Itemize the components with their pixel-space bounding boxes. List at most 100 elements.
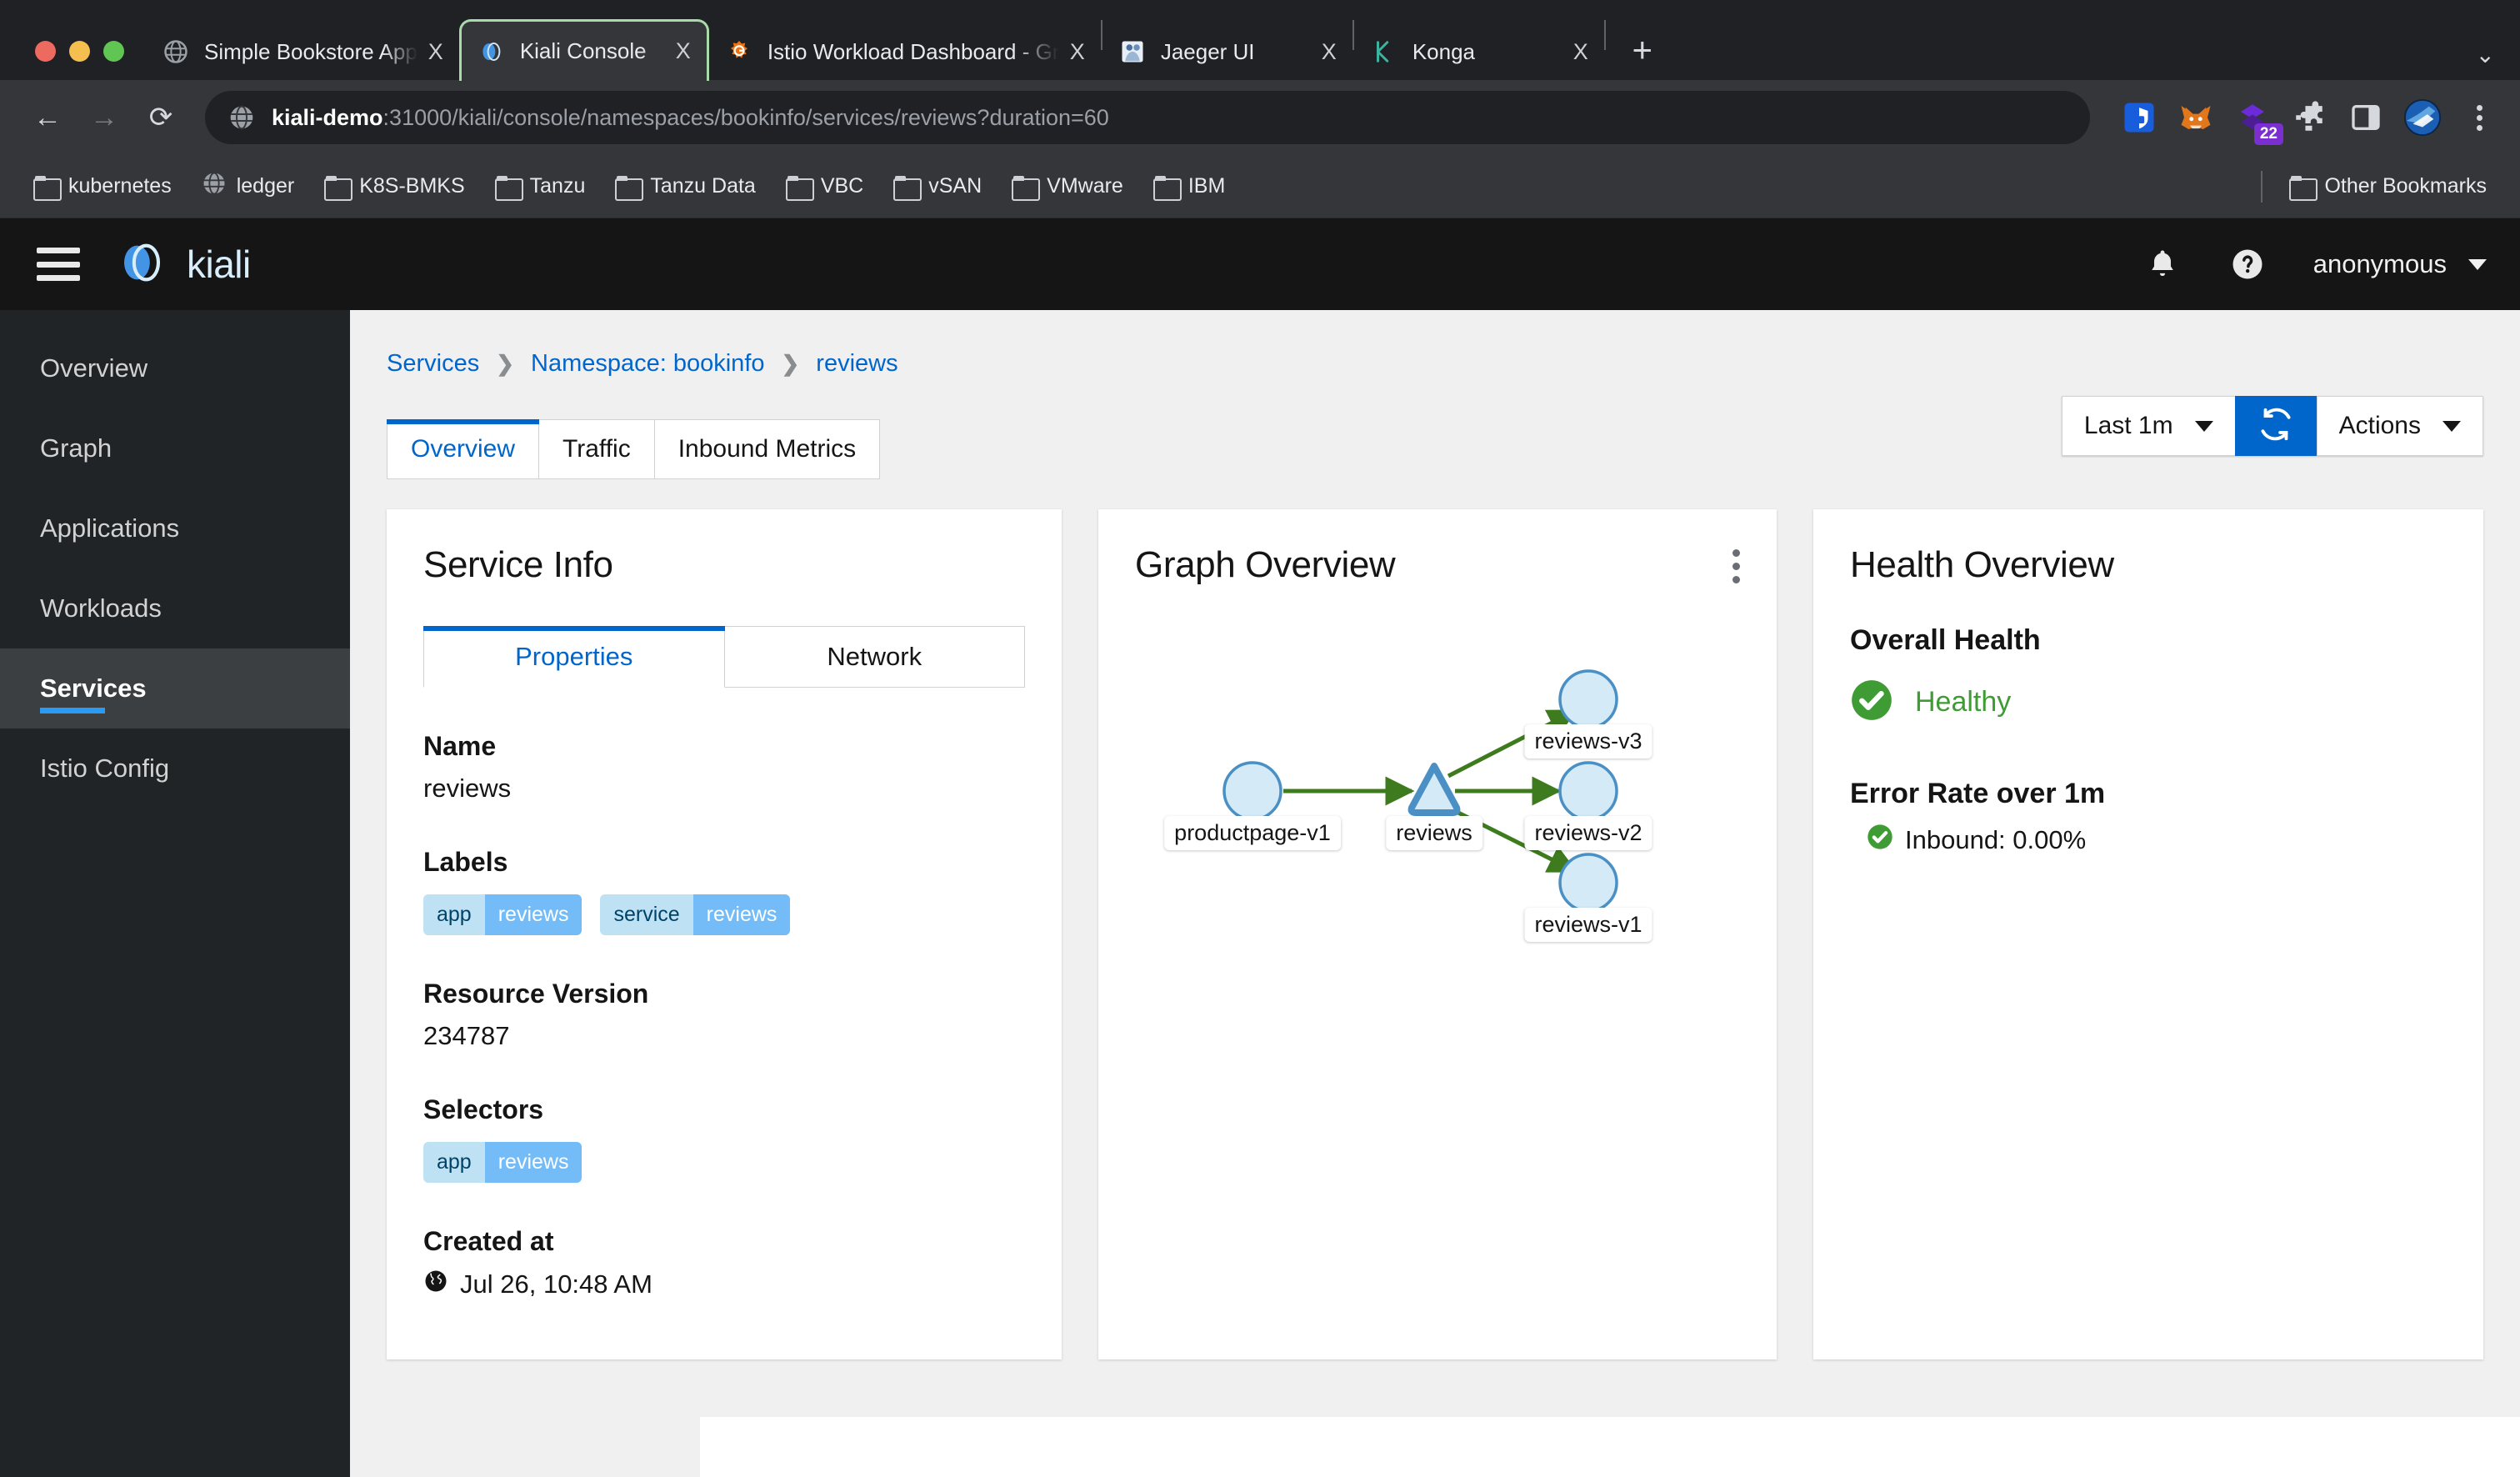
sidebar-item-label: Graph: [40, 433, 112, 463]
window-close-button[interactable]: [35, 41, 56, 62]
actions-dropdown[interactable]: Actions: [2316, 396, 2483, 456]
bitwarden-icon[interactable]: [2120, 98, 2158, 137]
label-chip-value: reviews: [692, 894, 791, 935]
label-chip[interactable]: app reviews: [423, 894, 582, 935]
browser-tab-jaeger-ui[interactable]: Jaeger UI X: [1102, 23, 1352, 80]
kiali-application: kiali anonymous Overview Graph Applicati…: [0, 218, 2520, 1477]
breadcrumb-item-namespace[interactable]: Namespace: bookinfo: [531, 350, 765, 378]
label-chip[interactable]: service reviews: [600, 894, 791, 935]
address-bar[interactable]: kiali-demo :31000/kiali/console/namespac…: [205, 91, 2090, 144]
duration-dropdown[interactable]: Last 1m: [2061, 396, 2235, 456]
side-panel-icon[interactable]: [2347, 98, 2385, 137]
selector-chip[interactable]: app reviews: [423, 1142, 582, 1183]
field-label: Name: [423, 731, 497, 761]
sidebar-item-services[interactable]: Services: [0, 648, 350, 728]
graph-node-label-reviews-v3: reviews-v3: [1524, 724, 1652, 759]
tab-inbound-metrics[interactable]: Inbound Metrics: [654, 419, 881, 479]
folder-icon: [785, 175, 814, 201]
bookmark-kubernetes[interactable]: kubernetes: [22, 168, 183, 204]
browser-toolbar: ← → ⟳ kiali-demo :31000/kiali/console/na…: [0, 80, 2520, 155]
tab-divider: [1603, 20, 1606, 50]
browser-tab-konga[interactable]: Konga X: [1354, 23, 1604, 80]
close-icon[interactable]: X: [665, 33, 702, 70]
new-tab-button[interactable]: +: [1619, 27, 1666, 73]
window-maximize-button[interactable]: [103, 41, 124, 62]
user-menu[interactable]: anonymous: [2313, 249, 2487, 279]
tab-traffic[interactable]: Traffic: [539, 419, 655, 479]
forward-button[interactable]: →: [78, 92, 130, 143]
hamburger-icon[interactable]: [37, 248, 80, 281]
duration-label: Last 1m: [2083, 412, 2173, 439]
back-button[interactable]: ←: [22, 92, 73, 143]
created-at-row: Jul 26, 10:48 AM: [423, 1269, 1025, 1300]
kebab-menu-icon[interactable]: [1732, 549, 1740, 583]
close-icon[interactable]: X: [418, 33, 454, 70]
check-circle-icon: [1867, 824, 1893, 857]
graph-node-label-reviews-v2: reviews-v2: [1524, 816, 1652, 850]
keplr-icon[interactable]: 22: [2233, 98, 2283, 145]
chevron-down-icon[interactable]: ⌄: [2476, 41, 2495, 68]
sidebar-item-graph[interactable]: Graph: [0, 408, 350, 488]
close-icon[interactable]: X: [1311, 33, 1348, 70]
sidebar-item-overview[interactable]: Overview: [0, 328, 350, 408]
sidebar-item-label: Workloads: [40, 593, 162, 623]
selector-chip-value: reviews: [484, 1142, 582, 1183]
bookmark-label: K8S-BMKS: [359, 174, 465, 198]
other-bookmarks-button[interactable]: Other Bookmarks: [2278, 168, 2498, 204]
tab-label: Network: [827, 642, 922, 671]
card-title: Service Info: [423, 544, 613, 585]
label-chip-key: service: [600, 894, 693, 935]
service-topology-graph[interactable]: productpage-v1 reviews reviews-v3 review…: [1098, 601, 1777, 1351]
bookmark-ibm[interactable]: IBM: [1142, 168, 1237, 204]
bookmark-vmware[interactable]: VMware: [1000, 168, 1135, 204]
browser-tab-kiali-console[interactable]: Kiali Console X: [458, 19, 709, 81]
service-info-tabs: Properties Network: [423, 626, 1025, 688]
extensions-puzzle-icon[interactable]: [2290, 98, 2328, 137]
grafana-icon: [726, 38, 752, 65]
bookmark-k8s-bmks[interactable]: K8S-BMKS: [312, 168, 476, 204]
profile-avatar-icon[interactable]: [2403, 98, 2442, 137]
user-name-label: anonymous: [2312, 249, 2447, 278]
page-toolbar: Last 1m Actions: [2061, 396, 2483, 456]
overall-health-label: Overall Health: [1850, 624, 2041, 656]
kiali-brand[interactable]: kiali: [115, 235, 251, 294]
breadcrumb-item-services[interactable]: Services: [387, 350, 479, 378]
window-minimize-button[interactable]: [69, 41, 90, 62]
browser-tab-simple-bookstore-app[interactable]: Simple Bookstore App X: [146, 23, 459, 80]
browser-tab-strip: Simple Bookstore App X Kiali Console X I…: [0, 0, 2520, 81]
chrome-menu-kebab-icon[interactable]: [2460, 98, 2498, 137]
card-title: Health Overview: [1850, 544, 2114, 585]
graph-node-reviews-v1: [1558, 853, 1618, 913]
folder-icon: [33, 175, 62, 201]
bookmark-ledger[interactable]: ledger: [190, 165, 307, 208]
bell-icon[interactable]: [2143, 245, 2182, 283]
bookmarks-divider: [2261, 170, 2263, 203]
bookmark-tanzu[interactable]: Tanzu: [483, 168, 598, 204]
sidebar-item-istio-config[interactable]: Istio Config: [0, 728, 350, 809]
kiali-sidebar: Overview Graph Applications Workloads Se…: [0, 310, 350, 1477]
kiali-masthead: kiali anonymous: [0, 218, 2520, 310]
graph-node-productpage-v1: [1222, 761, 1282, 821]
sidebar-item-workloads[interactable]: Workloads: [0, 568, 350, 648]
graph-node-reviews-v3: [1558, 669, 1618, 729]
bookmark-label: Tanzu Data: [650, 174, 756, 198]
tab-network[interactable]: Network: [724, 626, 1025, 688]
tab-overview[interactable]: Overview: [387, 419, 540, 479]
tab-properties[interactable]: Properties: [423, 626, 725, 688]
refresh-button[interactable]: [2234, 396, 2317, 456]
metamask-fox-icon[interactable]: [2177, 98, 2215, 137]
breadcrumb-item-reviews[interactable]: reviews: [816, 350, 898, 378]
status-badge: Healthy: [1850, 678, 2447, 726]
bookmark-vbc[interactable]: VBC: [774, 168, 875, 204]
bookmark-label: IBM: [1188, 174, 1226, 198]
question-circle-icon[interactable]: [2228, 245, 2267, 283]
close-icon[interactable]: X: [1562, 33, 1599, 70]
reload-button[interactable]: ⟳: [135, 92, 187, 143]
browser-tab-istio-workload-dashboard[interactable]: Istio Workload Dashboard - Gra X: [709, 23, 1101, 80]
kiali-main-content: Services ❯ Namespace: bookinfo ❯ reviews…: [350, 310, 2520, 1477]
url-host: kiali-demo: [272, 104, 383, 130]
close-icon[interactable]: X: [1059, 33, 1096, 70]
sidebar-item-applications[interactable]: Applications: [0, 488, 350, 568]
bookmark-tanzu-data[interactable]: Tanzu Data: [603, 168, 767, 204]
bookmark-vsan[interactable]: vSAN: [882, 168, 993, 204]
